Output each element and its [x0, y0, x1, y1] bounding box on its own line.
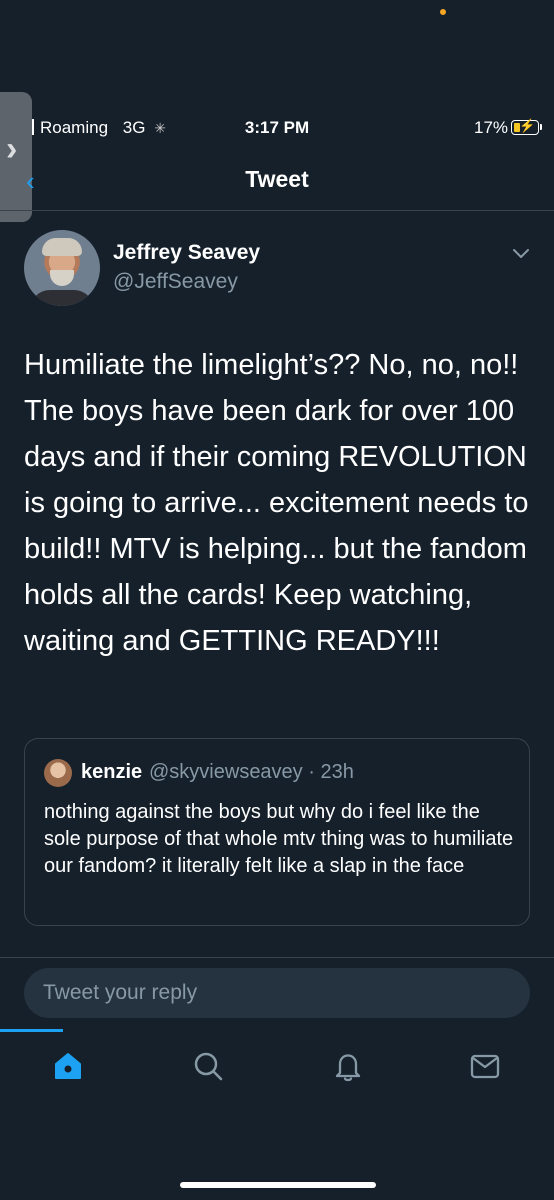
home-indicator	[180, 1182, 376, 1188]
status-bar: Roaming 3G ✳ 3:17 PM 17% ⚡	[0, 118, 554, 144]
reply-input[interactable]: Tweet your reply	[24, 968, 530, 1018]
quoted-author-name: kenzie	[81, 761, 143, 783]
author-name[interactable]: Jeffrey Seavey	[113, 241, 260, 265]
author-handle[interactable]: @JeffSeavey	[113, 270, 238, 294]
header-divider	[0, 210, 554, 211]
quoted-author-handle: @skyviewseavey · 23h	[149, 761, 354, 783]
notifications-icon[interactable]	[330, 1048, 366, 1084]
quoted-tweet-text: nothing against the boys but why do i fe…	[44, 801, 514, 877]
quoted-tweet[interactable]: kenzie @skyviewseavey · 23h nothing agai…	[24, 738, 530, 926]
home-icon[interactable]	[50, 1048, 86, 1084]
reply-placeholder: Tweet your reply	[43, 981, 198, 1004]
chevron-down-icon[interactable]	[512, 244, 530, 262]
quoted-author-avatar	[44, 759, 72, 787]
battery-icon: ⚡	[511, 118, 542, 135]
camera-indicator-dot	[440, 9, 446, 15]
status-time: 3:17 PM	[244, 118, 310, 137]
page-title: Tweet	[245, 166, 309, 192]
side-panel-handle[interactable]: ›	[0, 92, 32, 222]
tweet-text: Humiliate the limelight’s?? No, no, no!!…	[24, 349, 529, 657]
tab-indicator	[0, 1029, 63, 1032]
messages-icon[interactable]	[467, 1048, 503, 1084]
author-avatar[interactable]	[24, 230, 100, 306]
battery-percentage: 17%	[474, 118, 509, 137]
charging-bolt-icon: ⚡	[519, 118, 536, 133]
search-icon[interactable]	[190, 1048, 226, 1084]
reply-divider	[0, 957, 554, 958]
